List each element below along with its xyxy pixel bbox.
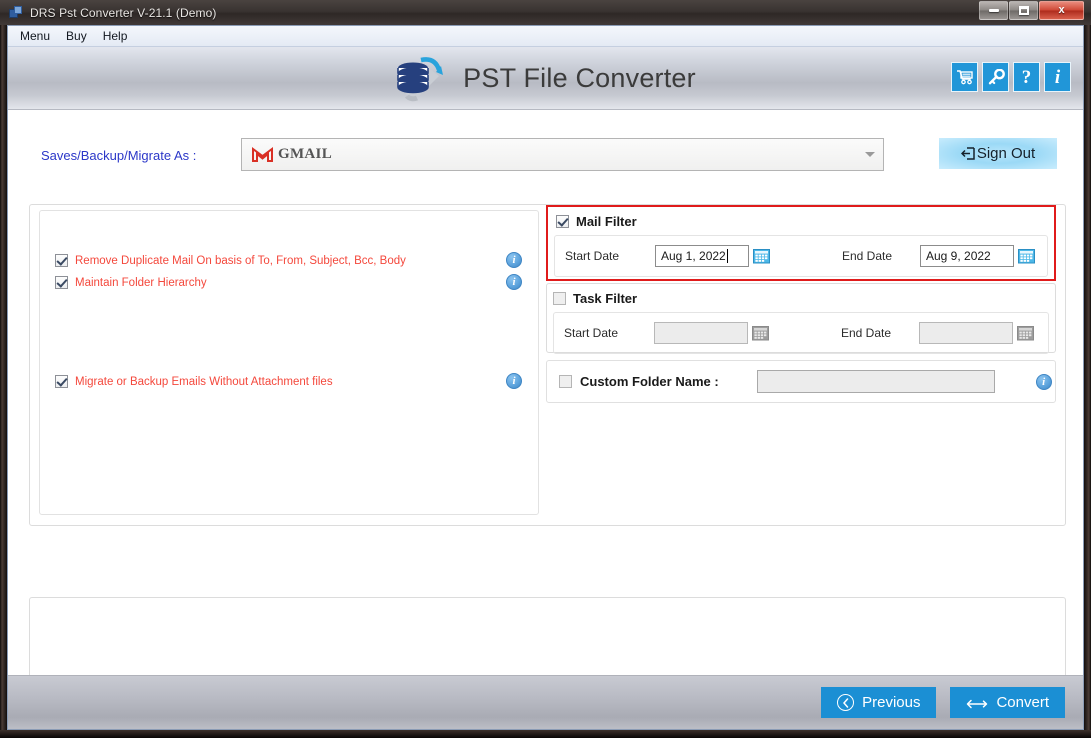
calendar-icon-mail-start[interactable] (753, 248, 770, 264)
task-start-date-input[interactable] (654, 322, 748, 344)
checkbox-mail-filter[interactable] (556, 214, 569, 228)
database-logo-icon (395, 54, 451, 102)
mail-filter-header: Mail Filter (548, 207, 1054, 231)
gmail-icon (252, 146, 273, 163)
sign-out-label: Sign Out (976, 145, 1036, 162)
mail-filter-group: Mail Filter Start Date Aug 1, 2022 End D… (546, 205, 1056, 281)
page-title: PST File Converter (463, 62, 696, 93)
task-start-date-label: Start Date (564, 326, 619, 340)
window-controls: x (979, 1, 1084, 20)
convert-label: Convert (996, 694, 1049, 711)
task-filter-header: Task Filter (547, 284, 1055, 308)
brand: PST File Converter (395, 54, 696, 102)
task-filter-group: Task Filter Start Date End Date (546, 283, 1056, 354)
menu-item-buy[interactable]: Buy (59, 27, 94, 45)
title-bar: DRS Pst Converter V-21.1 (Demo) x (0, 0, 1091, 25)
info-glyph: i (512, 254, 516, 266)
calendar-icon-task-start (752, 325, 769, 341)
mail-end-date-input[interactable]: Aug 9, 2022 (920, 245, 1014, 267)
custom-folder-group: Custom Folder Name : i (546, 360, 1056, 403)
mail-end-date-label: End Date (842, 249, 893, 263)
convert-arrows-icon (966, 697, 988, 709)
checkbox-without-attachments[interactable] (55, 375, 68, 388)
menu-item-help[interactable]: Help (96, 27, 135, 45)
help-icon[interactable]: ? (1013, 62, 1040, 92)
task-end-date-label: End Date (841, 326, 892, 340)
option-maintain-hierarchy[interactable]: Maintain Folder Hierarchy (55, 276, 207, 289)
header-icon-group: ? i (951, 62, 1071, 92)
task-filter-title: Task Filter (573, 290, 638, 306)
app-icon (8, 5, 24, 21)
convert-button[interactable]: Convert (950, 687, 1065, 718)
option-without-attachments[interactable]: Migrate or Backup Emails Without Attachm… (55, 375, 333, 388)
option-label: Migrate or Backup Emails Without Attachm… (75, 375, 333, 388)
window-frame-left (0, 0, 7, 738)
info-icon-without-attachments[interactable]: i (506, 373, 522, 389)
menu-item-menu[interactable]: Menu (13, 27, 57, 45)
minimize-button[interactable] (979, 1, 1008, 20)
close-button[interactable]: x (1039, 1, 1084, 20)
mail-filter-title: Mail Filter (576, 213, 637, 229)
mail-start-date-label: Start Date (565, 249, 620, 263)
save-as-label: Saves/Backup/Migrate As : (41, 148, 197, 163)
mail-start-date-input[interactable]: Aug 1, 2022 (655, 245, 749, 267)
custom-folder-label: Custom Folder Name : (580, 374, 719, 389)
info-glyph: i (512, 375, 516, 387)
checkbox-maintain-hierarchy[interactable] (55, 276, 68, 289)
save-as-row: Saves/Backup/Migrate As : GMAIL Sign Out (8, 136, 1083, 184)
info-icon-custom-folder[interactable]: i (1035, 373, 1052, 390)
provider-value: GMAIL (278, 146, 332, 162)
close-icon: x (1058, 4, 1065, 16)
previous-label: Previous (862, 694, 921, 711)
checkbox-custom-folder[interactable] (559, 375, 572, 388)
option-label: Maintain Folder Hierarchy (75, 276, 207, 289)
mail-start-date-value: Aug 1, 2022 (661, 249, 726, 263)
chevron-down-icon (865, 152, 875, 157)
option-label: Remove Duplicate Mail On basis of To, Fr… (75, 254, 406, 267)
task-filter-dates: Start Date End Date (553, 312, 1049, 354)
checkbox-task-filter[interactable] (553, 291, 566, 305)
cart-icon[interactable] (951, 62, 978, 92)
info-glyph: i (1042, 375, 1046, 388)
footer-bar: Previous Convert (8, 675, 1083, 729)
info-icon[interactable]: i (1044, 62, 1071, 92)
maximize-button[interactable] (1009, 1, 1038, 20)
mail-filter-dates: Start Date Aug 1, 2022 End Date Aug 9, 2… (554, 235, 1048, 277)
provider-dropdown[interactable]: GMAIL (241, 138, 884, 171)
info-glyph: i (1054, 66, 1061, 88)
info-glyph: i (512, 276, 516, 288)
maximize-icon (1018, 6, 1029, 15)
sign-out-button[interactable]: Sign Out (939, 138, 1057, 169)
menu-bar: Menu Buy Help (8, 26, 1083, 47)
window-frame-bottom (0, 730, 1091, 738)
log-panel (29, 597, 1066, 684)
options-left-box: Remove Duplicate Mail On basis of To, Fr… (39, 210, 539, 515)
application-window: DRS Pst Converter V-21.1 (Demo) x Menu B… (0, 0, 1091, 738)
key-icon[interactable] (982, 62, 1009, 92)
header-banner: PST File Converter ? i (8, 47, 1083, 110)
calendar-icon-mail-end[interactable] (1018, 248, 1035, 264)
previous-button[interactable]: Previous (821, 687, 937, 718)
custom-folder-input[interactable] (756, 370, 995, 393)
chevron-left-circle-icon (837, 694, 855, 711)
client-area: Menu Buy Help PST File Converter ? i Sav… (7, 25, 1084, 730)
calendar-icon-task-end (1017, 325, 1034, 341)
window-title: DRS Pst Converter V-21.1 (Demo) (30, 5, 217, 20)
minimize-icon (988, 9, 999, 12)
info-icon-maintain-hierarchy[interactable]: i (506, 274, 522, 290)
window-frame-right (1084, 0, 1091, 738)
mail-end-date-value: Aug 9, 2022 (926, 249, 991, 263)
option-remove-duplicates[interactable]: Remove Duplicate Mail On basis of To, Fr… (55, 254, 406, 267)
checkbox-remove-duplicates[interactable] (55, 254, 68, 267)
info-icon-remove-duplicates[interactable]: i (506, 252, 522, 268)
task-end-date-input[interactable] (919, 322, 1013, 344)
exit-icon (960, 147, 975, 160)
help-glyph: ? (1021, 66, 1032, 88)
